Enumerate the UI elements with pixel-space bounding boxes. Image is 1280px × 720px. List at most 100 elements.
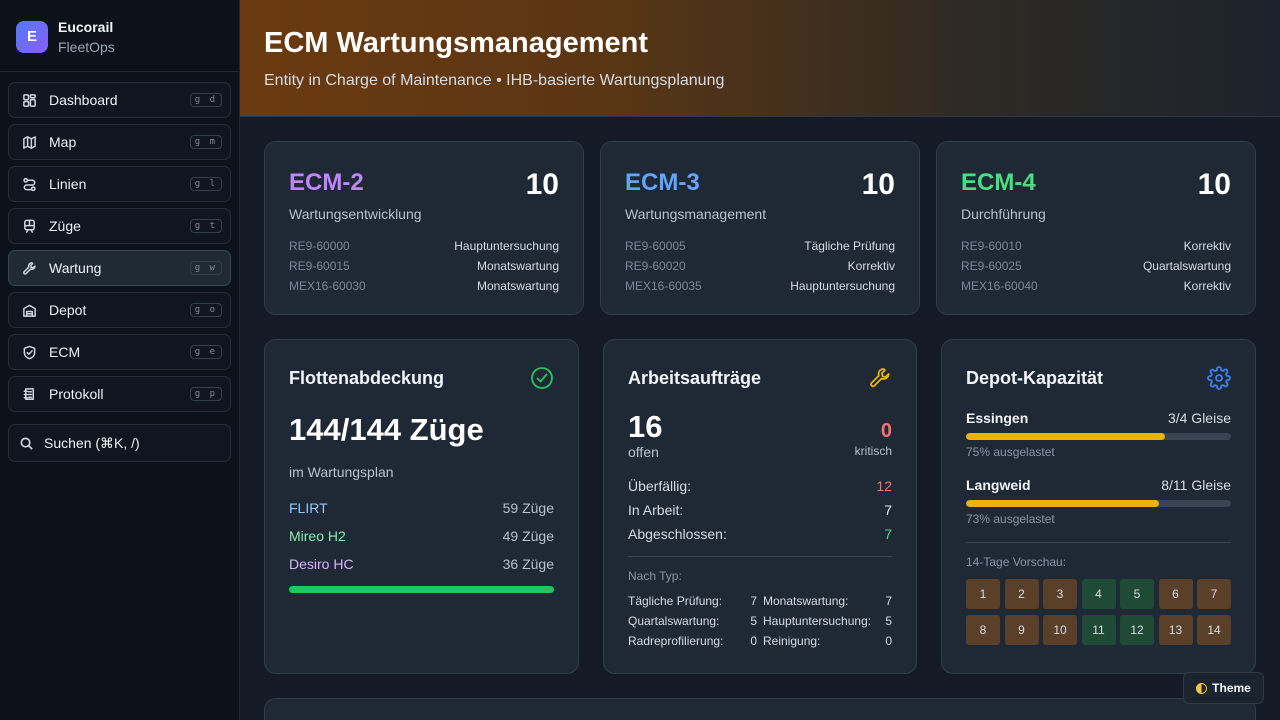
depot-utilization-fill: [966, 500, 1160, 507]
depot-langweid: Langweid 8/11 Gleise 73% ausgelastet: [966, 477, 1231, 526]
day-cell[interactable]: 1: [966, 579, 1000, 609]
status-label: Überfällig:: [628, 478, 692, 494]
shortcut-hint: g e: [189, 345, 222, 359]
type-value: 7: [885, 594, 892, 608]
ecm-title: ECM-2: [289, 169, 364, 196]
day-cell[interactable]: 13: [1158, 615, 1193, 645]
fleet-type-count: 36 Züge: [502, 556, 554, 572]
day-cell[interactable]: 6: [1158, 579, 1193, 609]
brand-name: Eucorail: [58, 18, 114, 35]
day-cell[interactable]: 5: [1120, 579, 1154, 609]
fleet-type-name: FLIRT: [289, 500, 328, 516]
day-cell[interactable]: 10: [1043, 615, 1077, 645]
ecm-subtitle: Durchführung: [961, 206, 1046, 222]
divider: [628, 556, 892, 557]
sidebar-item-map[interactable]: Map g m: [8, 124, 231, 160]
sidebar-item-wartung[interactable]: Wartung g w: [8, 250, 231, 286]
search-icon: [20, 437, 33, 450]
theme-toggle-button[interactable]: Theme: [1183, 672, 1264, 704]
card-title: Flottenabdeckung: [289, 367, 445, 388]
day-cell[interactable]: 11: [1081, 615, 1116, 645]
sidebar-item-dashboard[interactable]: Dashboard g d: [8, 82, 231, 118]
type-label: Radreprofilierung:: [628, 634, 724, 648]
maintenance-type: Korrektiv: [1183, 239, 1231, 253]
sidebar-item-protokoll[interactable]: Protokoll g p: [8, 376, 231, 412]
depot-essingen: Essingen 3/4 Gleise 75% ausgelastet: [966, 410, 1231, 459]
depot-tracks: 8/11 Gleise: [1161, 477, 1231, 493]
list-item: Mireo H2 49 Züge: [289, 522, 554, 550]
depot-utilization-label: 75% ausgelastet: [966, 445, 1055, 459]
dashboard-icon: [21, 92, 37, 108]
type-label: Reinigung:: [763, 634, 821, 648]
ecm-subtitle: Wartungsentwicklung: [289, 206, 422, 222]
work-orders-card: Arbeitsaufträge 16 offen 0 kritisch Über…: [603, 339, 917, 674]
depot-name: Langweid: [966, 477, 1031, 493]
type-label: Quartalswartung:: [628, 614, 720, 628]
sidebar-item-label: Map: [49, 134, 77, 150]
maintenance-type: Monatswartung: [476, 279, 559, 293]
list-item: FLIRT 59 Züge: [289, 494, 554, 522]
list-item: MEX16-60035 Hauptuntersuchung: [625, 276, 895, 296]
sidebar-item-label: Dashboard: [49, 92, 118, 108]
day-cell[interactable]: 12: [1120, 615, 1154, 645]
ecm-count: 10: [861, 168, 895, 201]
list-item: MEX16-60040 Korrektiv: [961, 276, 1231, 296]
search-button[interactable]: Suchen (⌘K, /): [8, 424, 231, 462]
fleet-coverage-card: Flottenabdeckung 144/144 Züge im Wartung…: [264, 339, 579, 674]
fleet-type-name: Mireo H2: [289, 528, 346, 544]
shortcut-hint: g o: [189, 303, 222, 317]
train-id: RE9-60005: [625, 239, 686, 253]
shortcut-hint: g d: [189, 93, 222, 107]
day-cell[interactable]: 14: [1197, 615, 1231, 645]
shortcut-hint: g m: [189, 135, 222, 149]
gear-icon[interactable]: [1207, 366, 1231, 390]
depot-utilization-fill: [966, 433, 1165, 440]
shortcut-hint: g t: [189, 219, 222, 233]
day-cell[interactable]: 7: [1197, 579, 1231, 609]
depot-utilization-bar: [966, 500, 1231, 507]
sidebar-item-depot[interactable]: Depot g o: [8, 292, 231, 328]
critical-count: 0: [880, 420, 892, 442]
wrench-icon: [870, 368, 890, 388]
train-icon: [21, 218, 37, 234]
train-id: RE9-60025: [961, 259, 1022, 273]
type-row: Hauptuntersuchung: 5: [763, 611, 892, 631]
day-cell[interactable]: 4: [1081, 579, 1116, 609]
divider: [966, 542, 1231, 543]
sidebar-item-label: Wartung: [49, 260, 102, 276]
sidebar-item-label: Protokoll: [49, 386, 104, 402]
ecm-count: 10: [525, 168, 559, 201]
sidebar-item-linien[interactable]: Linien g l: [8, 166, 231, 202]
train-id: MEX16-60035: [625, 279, 702, 293]
depot-utilization-bar: [966, 433, 1231, 440]
day-cell[interactable]: 3: [1043, 579, 1077, 609]
train-id: RE9-60000: [289, 239, 350, 253]
depot-name: Essingen: [966, 410, 1029, 426]
list-item: RE9-60025 Quartalswartung: [961, 256, 1231, 276]
sidebar-item-label: Depot: [49, 302, 87, 318]
day-cell[interactable]: 9: [1004, 615, 1039, 645]
status-label: In Arbeit:: [628, 502, 684, 518]
type-row: Radreprofilierung: 0: [628, 631, 757, 651]
list-item: RE9-60010 Korrektiv: [961, 236, 1231, 256]
fleet-subtitle: im Wartungsplan: [289, 464, 394, 480]
train-id: MEX16-60030: [289, 279, 366, 293]
day-preview-grid: 1 2 3 4 5 6 7 8 9 10 11 12 13 14: [966, 579, 1231, 645]
status-row: Abgeschlossen: 7: [628, 522, 892, 546]
day-cell[interactable]: 8: [966, 615, 1000, 645]
sidebar-item-ecm[interactable]: ECM g e: [8, 334, 231, 370]
status-label: Abgeschlossen:: [628, 526, 727, 542]
fleet-total: 144/144 Züge: [289, 412, 484, 447]
wrench-icon: [21, 260, 37, 276]
types-title: Nach Typ:: [628, 569, 682, 583]
theme-icon: [1196, 682, 1208, 694]
day-cell[interactable]: 2: [1004, 579, 1039, 609]
maintenance-type: Quartalswartung: [1142, 259, 1231, 273]
sidebar-item-zuege[interactable]: Züge g t: [8, 208, 231, 244]
fleet-type-count: 49 Züge: [502, 528, 554, 544]
ecm-card-4: ECM-4 10 Durchführung RE9-60010 Korrektiv…: [936, 141, 1256, 315]
theme-label: Theme: [1212, 681, 1251, 695]
type-value: 7: [750, 594, 757, 608]
brand: E Eucorail FleetOps: [0, 0, 239, 72]
train-id: MEX16-60040: [961, 279, 1038, 293]
